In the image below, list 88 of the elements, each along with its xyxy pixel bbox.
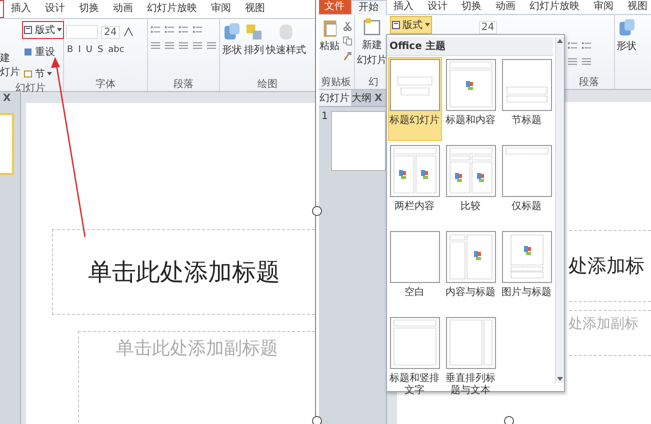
copy-icon[interactable]: [342, 36, 353, 46]
caret-icon: [424, 23, 430, 27]
list-icon[interactable]: [566, 41, 578, 51]
scroll-up-icon[interactable]: [556, 39, 563, 43]
ribbon-tab[interactable]: 审阅: [586, 0, 621, 14]
align-icon[interactable]: [566, 57, 578, 67]
subtitle-placeholder-text: 处添加副标: [568, 315, 639, 333]
slide-thumbnail[interactable]: [0, 113, 14, 175]
list-icon[interactable]: [150, 25, 161, 35]
shapes-icon: [616, 18, 637, 38]
layout-button[interactable]: 版式: [22, 21, 64, 39]
pane-tab[interactable]: 幻灯片: [318, 90, 351, 106]
drawing-button[interactable]: 快速样式: [266, 21, 306, 79]
ribbon-tab[interactable]: 插入: [4, 2, 38, 16]
section-icon: [24, 70, 32, 78]
scrollbar[interactable]: [554, 37, 564, 383]
shape-button[interactable]: 形状: [616, 17, 637, 89]
list-icon[interactable]: [178, 25, 189, 35]
close-pane-button[interactable]: X: [372, 92, 384, 104]
layout-option[interactable]: 标题幻灯片: [388, 57, 442, 141]
caret-icon: [47, 72, 52, 76]
font-size-field[interactable]: 24: [478, 21, 498, 34]
pane-tab[interactable]: 大纲: [350, 90, 373, 106]
slide-thumbnail[interactable]: [330, 111, 386, 171]
title-placeholder[interactable]: 处添加标: [568, 230, 651, 302]
group-label: 字体: [94, 79, 116, 91]
cut-icon[interactable]: [342, 21, 353, 31]
ribbon-tab[interactable]: 插入: [386, 0, 421, 14]
ribbon-tab[interactable]: 动画: [106, 2, 140, 16]
ribbon-tab[interactable]: 视图: [620, 0, 651, 14]
group-label: 剪贴板: [320, 77, 352, 89]
format-button[interactable]: abc: [107, 45, 126, 55]
slide-number: 1: [322, 111, 328, 124]
format-button[interactable]: I: [77, 45, 82, 55]
font-name-field[interactable]: [66, 25, 98, 39]
align-icon[interactable]: [192, 41, 203, 51]
brush-icon[interactable]: [342, 51, 353, 61]
ribbon-tab[interactable]: 设计: [420, 0, 455, 14]
ribbon-tab[interactable]: 审阅: [204, 2, 238, 16]
group-label: 幻: [368, 77, 380, 89]
title-placeholder-text: 处添加标: [568, 254, 645, 279]
align-icon[interactable]: [150, 41, 161, 51]
ribbon-tab[interactable]: 开始: [350, 0, 387, 14]
ribbon-tab[interactable]: 文件: [318, 0, 351, 14]
drawing-button[interactable]: 形状: [222, 21, 242, 79]
new-slide-button-label[interactable]: 建: [0, 51, 20, 65]
title-placeholder-text: 单击此处添加标题: [88, 257, 280, 288]
reset-button[interactable]: 重设: [22, 43, 64, 61]
align-icon[interactable]: [580, 57, 592, 67]
ribbon-tab[interactable]: 幻灯片放映: [140, 2, 204, 16]
layout-icon: [392, 21, 400, 29]
font-size-field[interactable]: 24: [101, 26, 120, 38]
layout-button[interactable]: 版式: [390, 16, 432, 34]
reset-icon: [24, 48, 32, 56]
close-pane-button[interactable]: X: [0, 92, 20, 105]
new-slide-button-label[interactable]: 灯片: [0, 65, 20, 79]
group-label: 段落: [578, 77, 600, 89]
ribbon-tab[interactable]: 视图: [238, 2, 272, 16]
ribbon-tab[interactable]: 设计: [38, 2, 72, 16]
align-icon[interactable]: [164, 41, 175, 51]
format-button[interactable]: S: [96, 45, 104, 55]
ribbon-tab[interactable]: 动画: [488, 0, 523, 14]
arrange-icon: [244, 22, 264, 42]
subtitle-placeholder-text: 单击此处添加副标题: [116, 337, 278, 360]
format-button[interactable]: B: [66, 45, 74, 55]
list-icon[interactable]: [192, 25, 203, 35]
scroll-down-icon[interactable]: [556, 377, 563, 381]
shapes-icon: [222, 22, 242, 42]
grow-font-icon[interactable]: [122, 27, 134, 37]
gallery-title: Office 主题: [386, 37, 553, 56]
group-label: 段落: [172, 79, 194, 91]
layout-icon: [24, 26, 32, 34]
new-slide-button[interactable]: 新建 幻灯片: [356, 16, 388, 77]
section-button[interactable]: 节: [22, 65, 64, 83]
new-slide-icon: [362, 17, 382, 37]
ribbon-tab[interactable]: 切换: [72, 2, 106, 16]
ribbon-tab[interactable]: 切换: [454, 0, 489, 14]
group-label: 幻灯片: [14, 83, 46, 95]
list-icon[interactable]: [164, 25, 175, 35]
caret-icon: [57, 28, 62, 32]
align-icon[interactable]: [206, 41, 217, 51]
list-icon[interactable]: [580, 41, 592, 51]
drawing-button[interactable]: 排列: [244, 21, 264, 79]
group-label: 绘图: [256, 79, 278, 91]
paste-button[interactable]: 粘贴: [320, 17, 340, 77]
format-button[interactable]: U: [84, 45, 94, 55]
ribbon-tab[interactable]: 幻灯片放映: [522, 0, 587, 14]
align-icon[interactable]: [178, 41, 189, 51]
